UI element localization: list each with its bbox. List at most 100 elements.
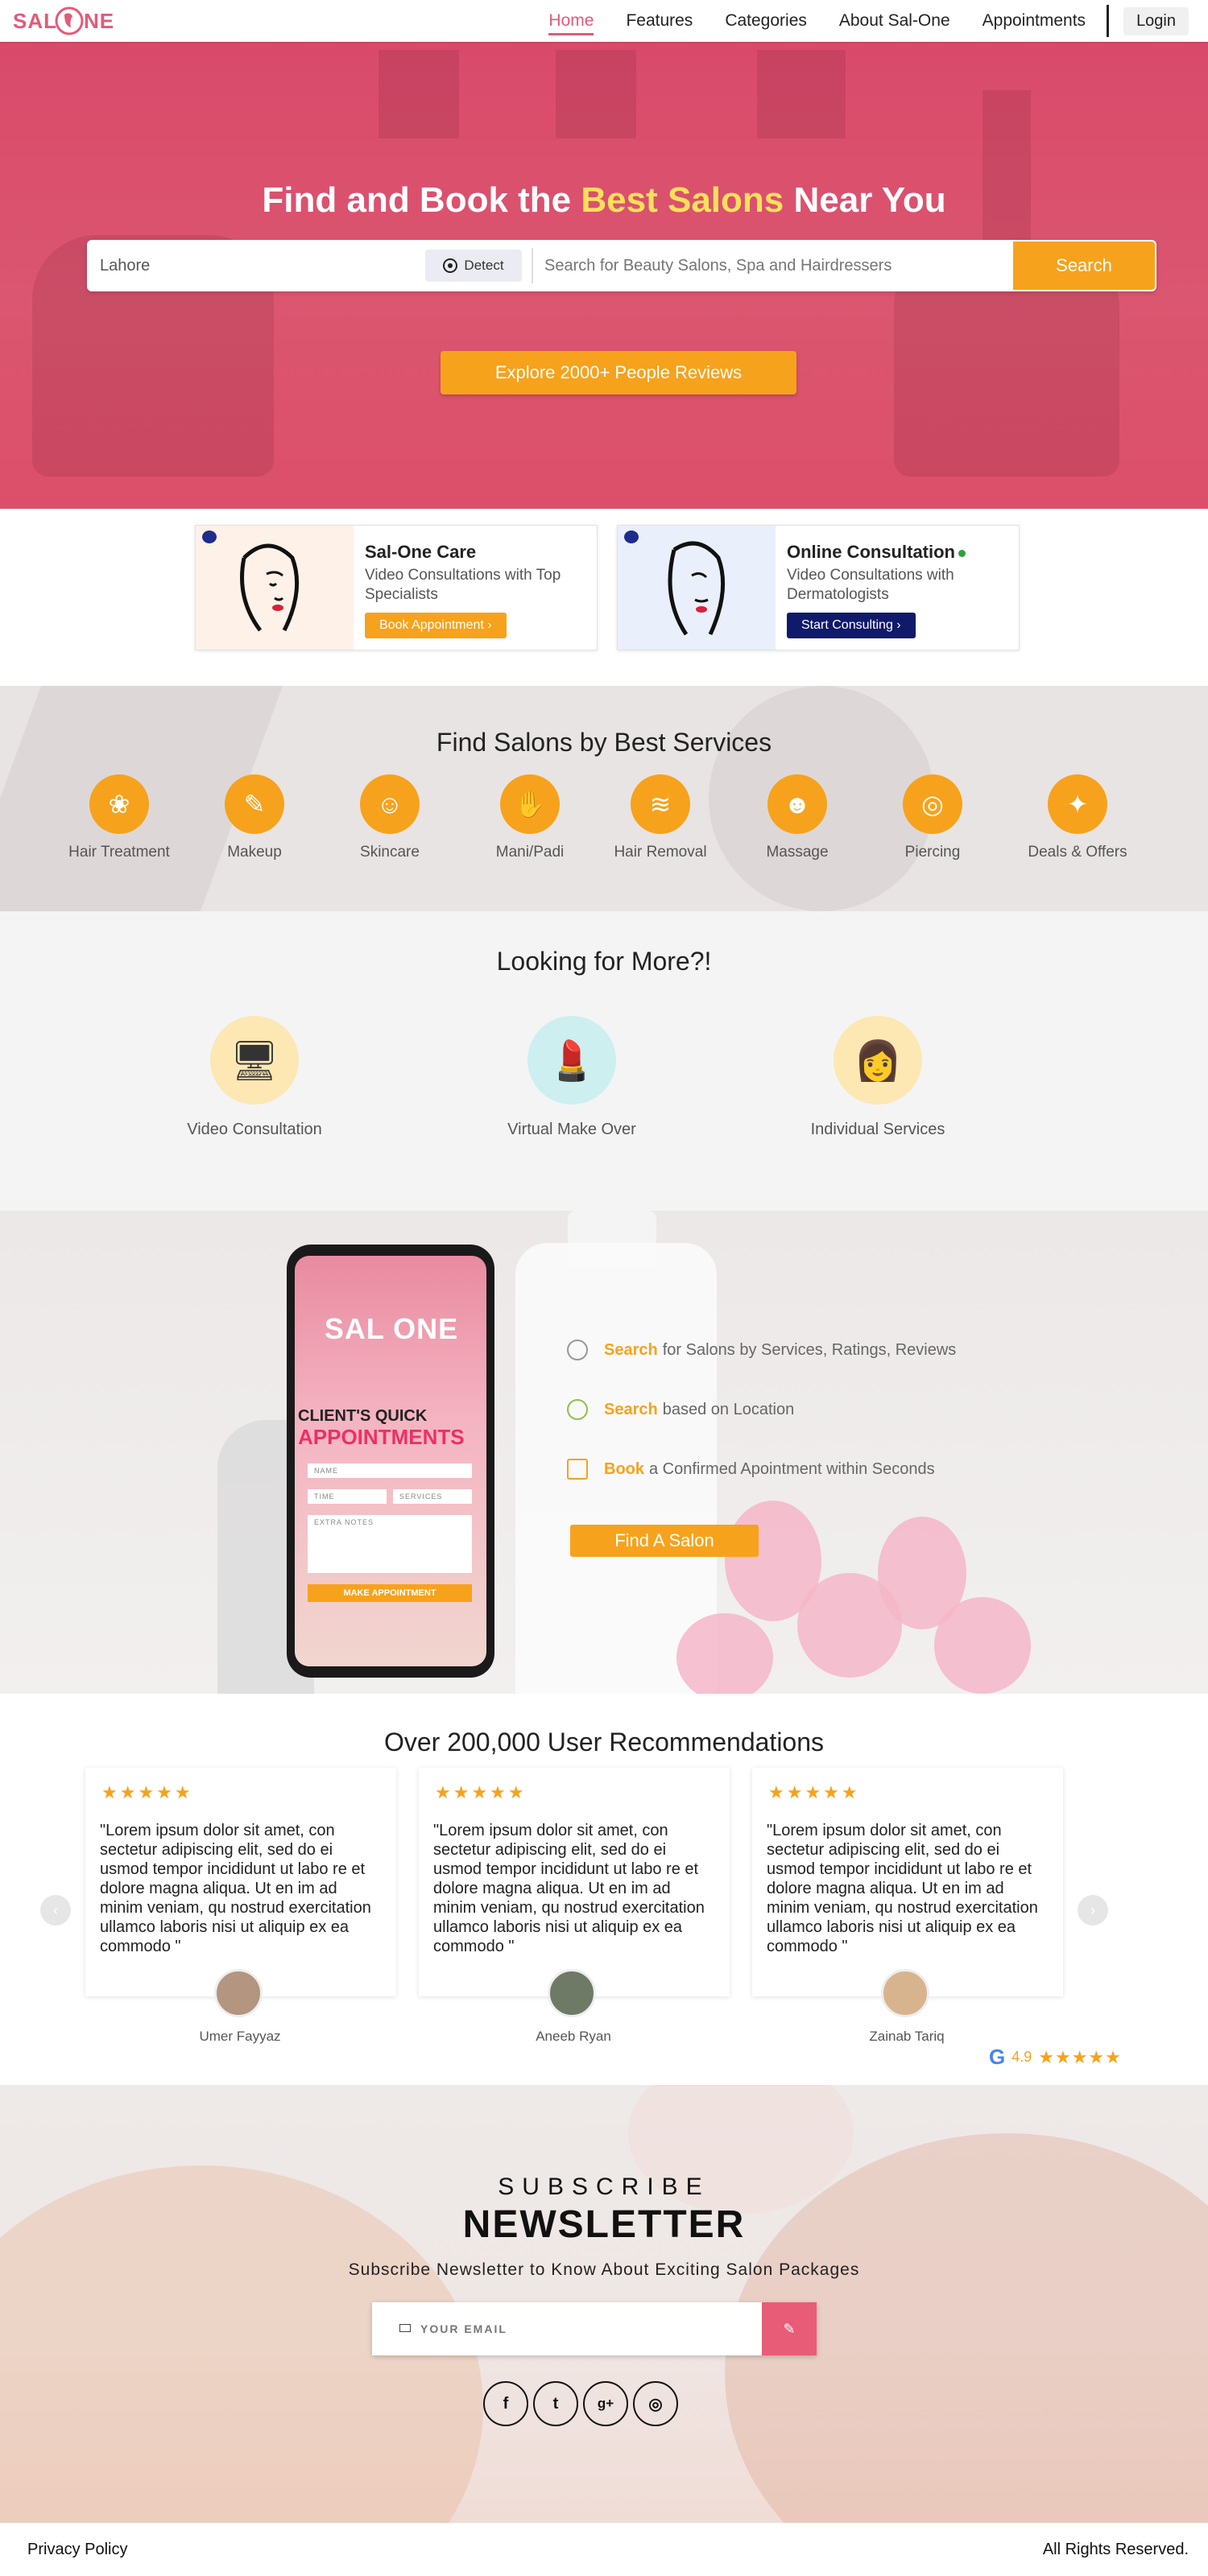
search-icon [567,1340,588,1360]
card-subtitle: Video Consultations with Dermatologists [787,567,954,603]
newsletter-description: Subscribe Newsletter to Know About Excit… [348,2260,860,2279]
nav-categories[interactable]: Categories [725,11,807,31]
monitor-icon: 🖥 [210,1016,299,1104]
newsletter-title: NEWSLETTER [462,2203,746,2246]
salone-logo[interactable]: SAL NE [13,5,130,37]
nav-about[interactable]: About Sal-One [839,11,950,31]
services-section: Find Salons by Best Services ❀ Hair Treat… [0,686,1208,911]
hero-bg-frame [379,50,459,138]
service-item[interactable]: ❀ Hair Treatment [55,774,184,861]
twitter-icon[interactable]: t [533,2381,578,2426]
service-item[interactable]: ≋ Hair Removal [596,774,725,861]
service-item[interactable]: ☺ Skincare [325,774,454,861]
location-input[interactable] [100,242,422,290]
service-label: Makeup [227,844,282,861]
salone-care-card[interactable]: Sal-One Care Video Consultations with To… [195,525,598,650]
service-item[interactable]: ☻ Massage [733,774,862,861]
find-a-salon-button[interactable]: Find A Salon [570,1525,759,1557]
service-item[interactable]: ✋ Mani/Padi [465,774,594,861]
hair-icon: ❀ [89,774,149,834]
service-item[interactable]: ✦ Deals & Offers [1013,774,1142,861]
phone-field-services: SERVICES [393,1489,472,1504]
more-title: Looking for More?! [496,947,712,976]
instagram-icon[interactable]: ◎ [633,2381,678,2426]
chat-bubble-icon [202,530,217,543]
card-title: Online Consultation [787,542,966,563]
search-button[interactable]: Search [1013,242,1155,290]
massage-icon: ☻ [767,774,827,834]
face-mask-icon: ☺ [360,774,420,834]
rating-stars: ★★★★★ [435,1782,527,1802]
nav-links: Home Features Categories About Sal-One A… [548,0,1208,42]
more-option[interactable]: 👩 Individual Services [757,1016,999,1139]
nav-home[interactable]: Home [548,11,594,35]
privacy-policy-link[interactable]: Privacy Policy [27,2541,127,2559]
more-option[interactable]: 🖥 Video Consultation [134,1016,375,1139]
more-option-label: Video Consultation [187,1121,322,1138]
feature-search: Search for Salons by Services, Ratings, R… [567,1340,956,1360]
search-input[interactable] [544,242,1092,290]
more-option[interactable]: 💄 Virtual Make Over [451,1016,693,1139]
bg-tulips [676,1452,1047,1694]
service-label: Skincare [360,844,420,861]
lipstick-icon: 💄 [527,1016,616,1104]
more-option-label: Individual Services [810,1121,945,1138]
feature-text: based on Location [662,1400,795,1418]
email-input[interactable] [399,2302,722,2355]
detect-location-button[interactable]: Detect [425,250,522,282]
reviewer-name: Aneeb Ryan [536,2029,611,2044]
footer: Privacy Policy All Rights Reserved. [0,2523,1208,2576]
feature-book: Book a Confirmed Apointment within Second… [567,1459,935,1480]
hero-title-highlight: Best Salons [581,180,784,220]
top-navbar: SAL NE Home Features Categories About Sa… [0,0,1208,42]
check-circle-icon [567,1399,588,1420]
book-appointment-button[interactable]: Book Appointment › [365,613,507,638]
reviewer-name: Umer Fayyaz [199,2029,281,2044]
login-button[interactable]: Login [1123,6,1189,35]
service-item[interactable]: ✎ Makeup [190,774,319,861]
care-cards-strip: Sal-One Care Video Consultations with To… [0,509,1208,686]
google-plus-icon[interactable]: g+ [583,2381,628,2426]
more-option-label: Virtual Make Over [507,1121,636,1138]
phone-heading: CLIENT'S QUICK [298,1407,428,1425]
feature-keyword: Search [604,1400,658,1418]
hero-bg-frame [556,50,636,138]
nav-features[interactable]: Features [626,11,693,31]
review-text: "Lorem ipsum dolor sit amet, con sectetu… [100,1822,371,1955]
service-item[interactable]: ◎ Piercing [868,774,997,861]
avatar [548,1969,596,2017]
google-icon: G [989,2045,1006,2069]
nav-appointments[interactable]: Appointments [983,11,1086,31]
page: SAL NE Home Features Categories About Sa… [0,0,1208,2576]
review-text: "Lorem ipsum dolor sit amet, con sectetu… [767,1822,1038,1955]
subscribe-button[interactable]: ✎ [762,2302,817,2355]
phone-field-notes: EXTRA NOTES [308,1515,472,1573]
nail-polish-icon: ✋ [500,774,560,834]
explore-reviews-button[interactable]: Explore 2000+ People Reviews [441,351,796,394]
nav-divider [1107,5,1110,37]
feature-location: Search based on Location [567,1399,794,1420]
recommendations-title: Over 200,000 User Recommendations [383,1728,825,1757]
newsletter-section: SUBSCRIBE NEWSLETTER Subscribe Newslette… [0,2085,1208,2523]
carousel-next-button[interactable]: › [1078,1895,1108,1926]
services-title: Find Salons by Best Services [436,728,772,757]
online-consultation-card[interactable]: Online Consultation Video Consultations … [617,525,1020,650]
feature-keyword: Book [604,1459,644,1478]
card-title-text: Online Consultation [787,542,955,562]
start-consulting-button[interactable]: Start Consulting › [787,613,916,638]
online-status-dot [958,549,966,557]
rating-stars: ★★★★★ [768,1782,860,1802]
avatar [881,1969,929,2017]
service-label: Massage [766,844,829,861]
carousel-prev-button[interactable]: ‹ [40,1895,71,1926]
woman-face-illustration [618,526,776,650]
newsletter-kicker: SUBSCRIBE [498,2174,710,2200]
detect-label: Detect [464,258,504,273]
search-divider [532,248,533,283]
facebook-icon[interactable]: f [483,2381,528,2426]
phone-make-appointment-button: MAKE APPOINTMENT [308,1584,472,1602]
card-subtitle: Video Consultations with Top Specialists [365,567,561,603]
feature-keyword: Search [604,1340,658,1359]
review-card: ★★★★★ "Lorem ipsum dolor sit amet, con s… [85,1768,396,1996]
feature-text: for Salons by Services, Ratings, Reviews [662,1340,957,1359]
